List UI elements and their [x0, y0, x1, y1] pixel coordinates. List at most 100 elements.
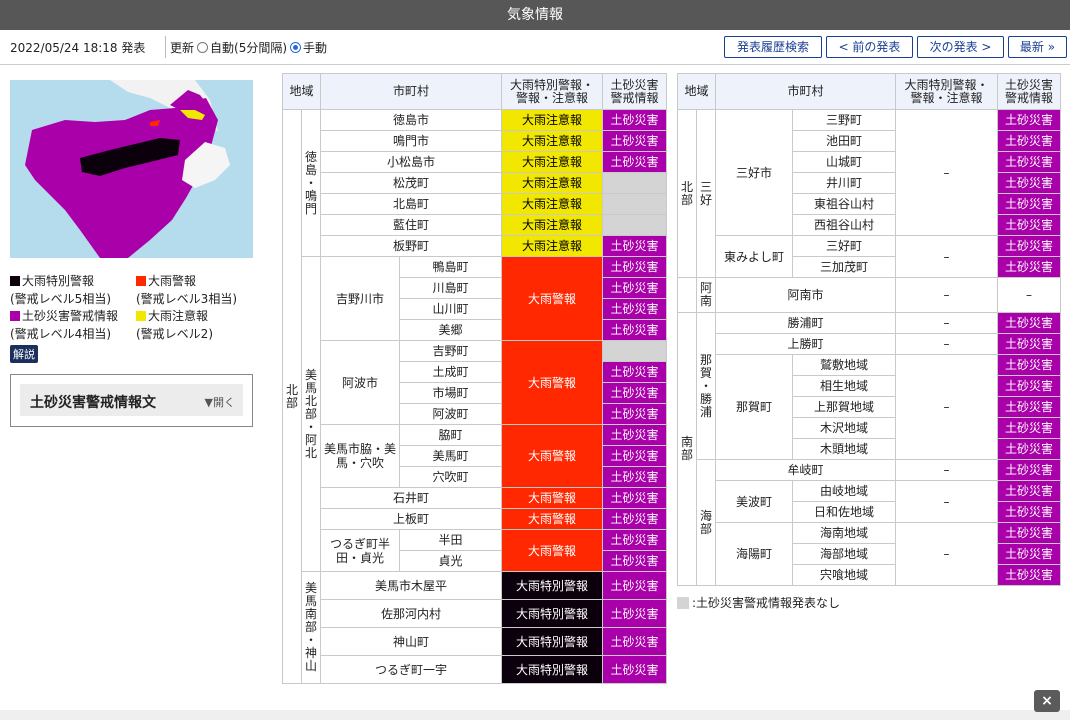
municipality-cell[interactable]: 勝浦町: [715, 312, 896, 334]
landslide-status: 土砂災害: [602, 319, 667, 341]
municipality-cell[interactable]: 池田町: [792, 130, 896, 152]
municipality-cell[interactable]: 美馬市木屋平: [320, 571, 502, 600]
municipality-cell[interactable]: 石井町: [320, 487, 502, 509]
landslide-status: 土砂災害: [997, 256, 1061, 278]
landslide-status: 土砂災害: [997, 417, 1061, 439]
rain-status: 大雨特別警報: [501, 599, 603, 628]
subgroup-cell: 阿波市: [320, 340, 400, 425]
group-mima-north: 美馬北部・阿北: [301, 256, 321, 572]
municipality-cell[interactable]: 神山町: [320, 627, 502, 656]
municipality-cell[interactable]: 脇町: [399, 424, 502, 446]
landslide-status: 土砂災害: [997, 109, 1061, 131]
next-button[interactable]: 次の発表 >: [917, 36, 1004, 58]
manual-label[interactable]: 手動: [303, 41, 327, 55]
municipality-cell[interactable]: 松茂町: [320, 172, 502, 194]
landslide-status: 土砂災害: [997, 396, 1061, 418]
region-south: 南部: [677, 312, 697, 586]
municipality-cell[interactable]: 土成町: [399, 361, 502, 383]
municipality-cell[interactable]: 上勝町: [715, 333, 896, 355]
right-warning-table: 地域 市町村 大雨特別警報・ 警報・注意報 土砂災害 警戒情報北部三好阿南南部那賀・勝浦海…: [677, 73, 1061, 586]
rain-status: –: [895, 459, 998, 481]
municipality-cell[interactable]: 海部地域: [792, 543, 896, 565]
municipality-cell[interactable]: 山城町: [792, 151, 896, 173]
landslide-status: 土砂災害: [602, 550, 667, 572]
municipality-cell[interactable]: 阿波町: [399, 403, 502, 425]
explanation-link[interactable]: 解説: [10, 345, 38, 363]
municipality-cell[interactable]: 鴨島町: [399, 256, 502, 278]
landslide-status: 土砂災害: [997, 193, 1061, 215]
landslide-status: 土砂災害: [602, 487, 667, 509]
rain-status: –: [895, 277, 998, 313]
doc-open-toggle[interactable]: ▼開く: [205, 394, 235, 410]
municipality-cell[interactable]: 鳴門市: [320, 130, 502, 152]
rain-status: 大雨注意報: [501, 130, 603, 152]
gray-swatch: [677, 597, 689, 609]
region-north: 北部: [282, 109, 302, 684]
municipality-cell[interactable]: 北島町: [320, 193, 502, 215]
landslide-status: 土砂災害: [997, 172, 1061, 194]
group-anan: 阿南: [696, 277, 716, 313]
municipality-cell[interactable]: 美馬町: [399, 445, 502, 467]
municipality-cell[interactable]: 川島町: [399, 277, 502, 299]
municipality-cell[interactable]: 吉野町: [399, 340, 502, 362]
municipality-cell[interactable]: 阿南市: [715, 277, 896, 313]
group-miyoshi: 三好: [696, 109, 716, 278]
region-north: 北部: [677, 109, 697, 278]
municipality-cell[interactable]: 貞光: [399, 550, 502, 572]
title-bar: 気象情報: [0, 0, 1070, 30]
municipality-cell[interactable]: 上板町: [320, 508, 502, 530]
auto-label[interactable]: 自動(5分間隔): [210, 41, 287, 55]
municipality-cell[interactable]: 三加茂町: [792, 256, 896, 278]
latest-button[interactable]: 最新 »: [1008, 36, 1067, 58]
municipality-cell[interactable]: 井川町: [792, 172, 896, 194]
municipality-cell[interactable]: 市場町: [399, 382, 502, 404]
landslide-status: 土砂災害: [602, 599, 667, 628]
municipality-cell[interactable]: 西祖谷山村: [792, 214, 896, 236]
municipality-cell[interactable]: 半田: [399, 529, 502, 551]
landslide-status: 土砂災害: [602, 424, 667, 446]
municipality-cell[interactable]: 山川町: [399, 298, 502, 320]
municipality-cell[interactable]: 藍住町: [320, 214, 502, 236]
rain-status: 大雨警報: [501, 487, 603, 509]
municipality-cell[interactable]: 美郷: [399, 319, 502, 341]
municipality-cell[interactable]: 徳島市: [320, 109, 502, 131]
landslide-status: 土砂災害: [602, 130, 667, 152]
municipality-cell[interactable]: 宍喰地域: [792, 564, 896, 586]
municipality-cell[interactable]: 日和佐地域: [792, 501, 896, 523]
legend-swatch: [10, 311, 20, 321]
subgroup-cell: つるぎ町半田・貞光: [320, 529, 400, 572]
auto-radio[interactable]: [197, 42, 209, 53]
municipality-cell[interactable]: 木沢地域: [792, 417, 896, 439]
municipality-cell[interactable]: 小松島市: [320, 151, 502, 173]
municipality-cell[interactable]: 三好町: [792, 235, 896, 257]
prev-button[interactable]: < 前の発表: [826, 36, 913, 58]
close-button[interactable]: ×: [1034, 690, 1060, 712]
manual-radio[interactable]: [290, 42, 302, 53]
municipality-cell[interactable]: 海南地域: [792, 522, 896, 544]
municipality-cell[interactable]: 佐那河内村: [320, 599, 502, 628]
group-mima-south: 美馬南部・神山: [301, 571, 321, 684]
col-header-rain: 大雨特別警報・ 警報・注意報: [895, 73, 998, 110]
municipality-cell[interactable]: 三野町: [792, 109, 896, 131]
municipality-cell[interactable]: 東祖谷山村: [792, 193, 896, 215]
municipality-cell[interactable]: 牟岐町: [715, 459, 896, 481]
municipality-cell[interactable]: 上那賀地域: [792, 396, 896, 418]
landslide-status: [602, 214, 667, 236]
landslide-status: 土砂災害: [602, 403, 667, 425]
municipality-cell[interactable]: つるぎ町一宇: [320, 655, 502, 684]
municipality-cell[interactable]: 相生地域: [792, 375, 896, 397]
rain-status-merged: –: [895, 235, 998, 278]
subgroup-cell: 美馬市脇・美馬・穴吹: [320, 424, 400, 488]
municipality-cell[interactable]: 鷲敷地域: [792, 354, 896, 376]
rain-status: 大雨注意報: [501, 172, 603, 194]
update-mode: 更新 自動(5分間隔) 手動: [170, 39, 327, 56]
municipality-cell[interactable]: 由岐地域: [792, 480, 896, 502]
divider: [165, 36, 166, 58]
municipality-cell[interactable]: 穴吹町: [399, 466, 502, 488]
doc-toggle[interactable]: 土砂災害警戒情報文 ▼開く: [20, 384, 243, 416]
landslide-status: 土砂災害: [602, 445, 667, 467]
municipality-cell[interactable]: 板野町: [320, 235, 502, 257]
history-search-button[interactable]: 発表履歴検索: [724, 36, 822, 58]
municipality-cell[interactable]: 木頭地域: [792, 438, 896, 460]
warning-map[interactable]: [10, 80, 253, 258]
